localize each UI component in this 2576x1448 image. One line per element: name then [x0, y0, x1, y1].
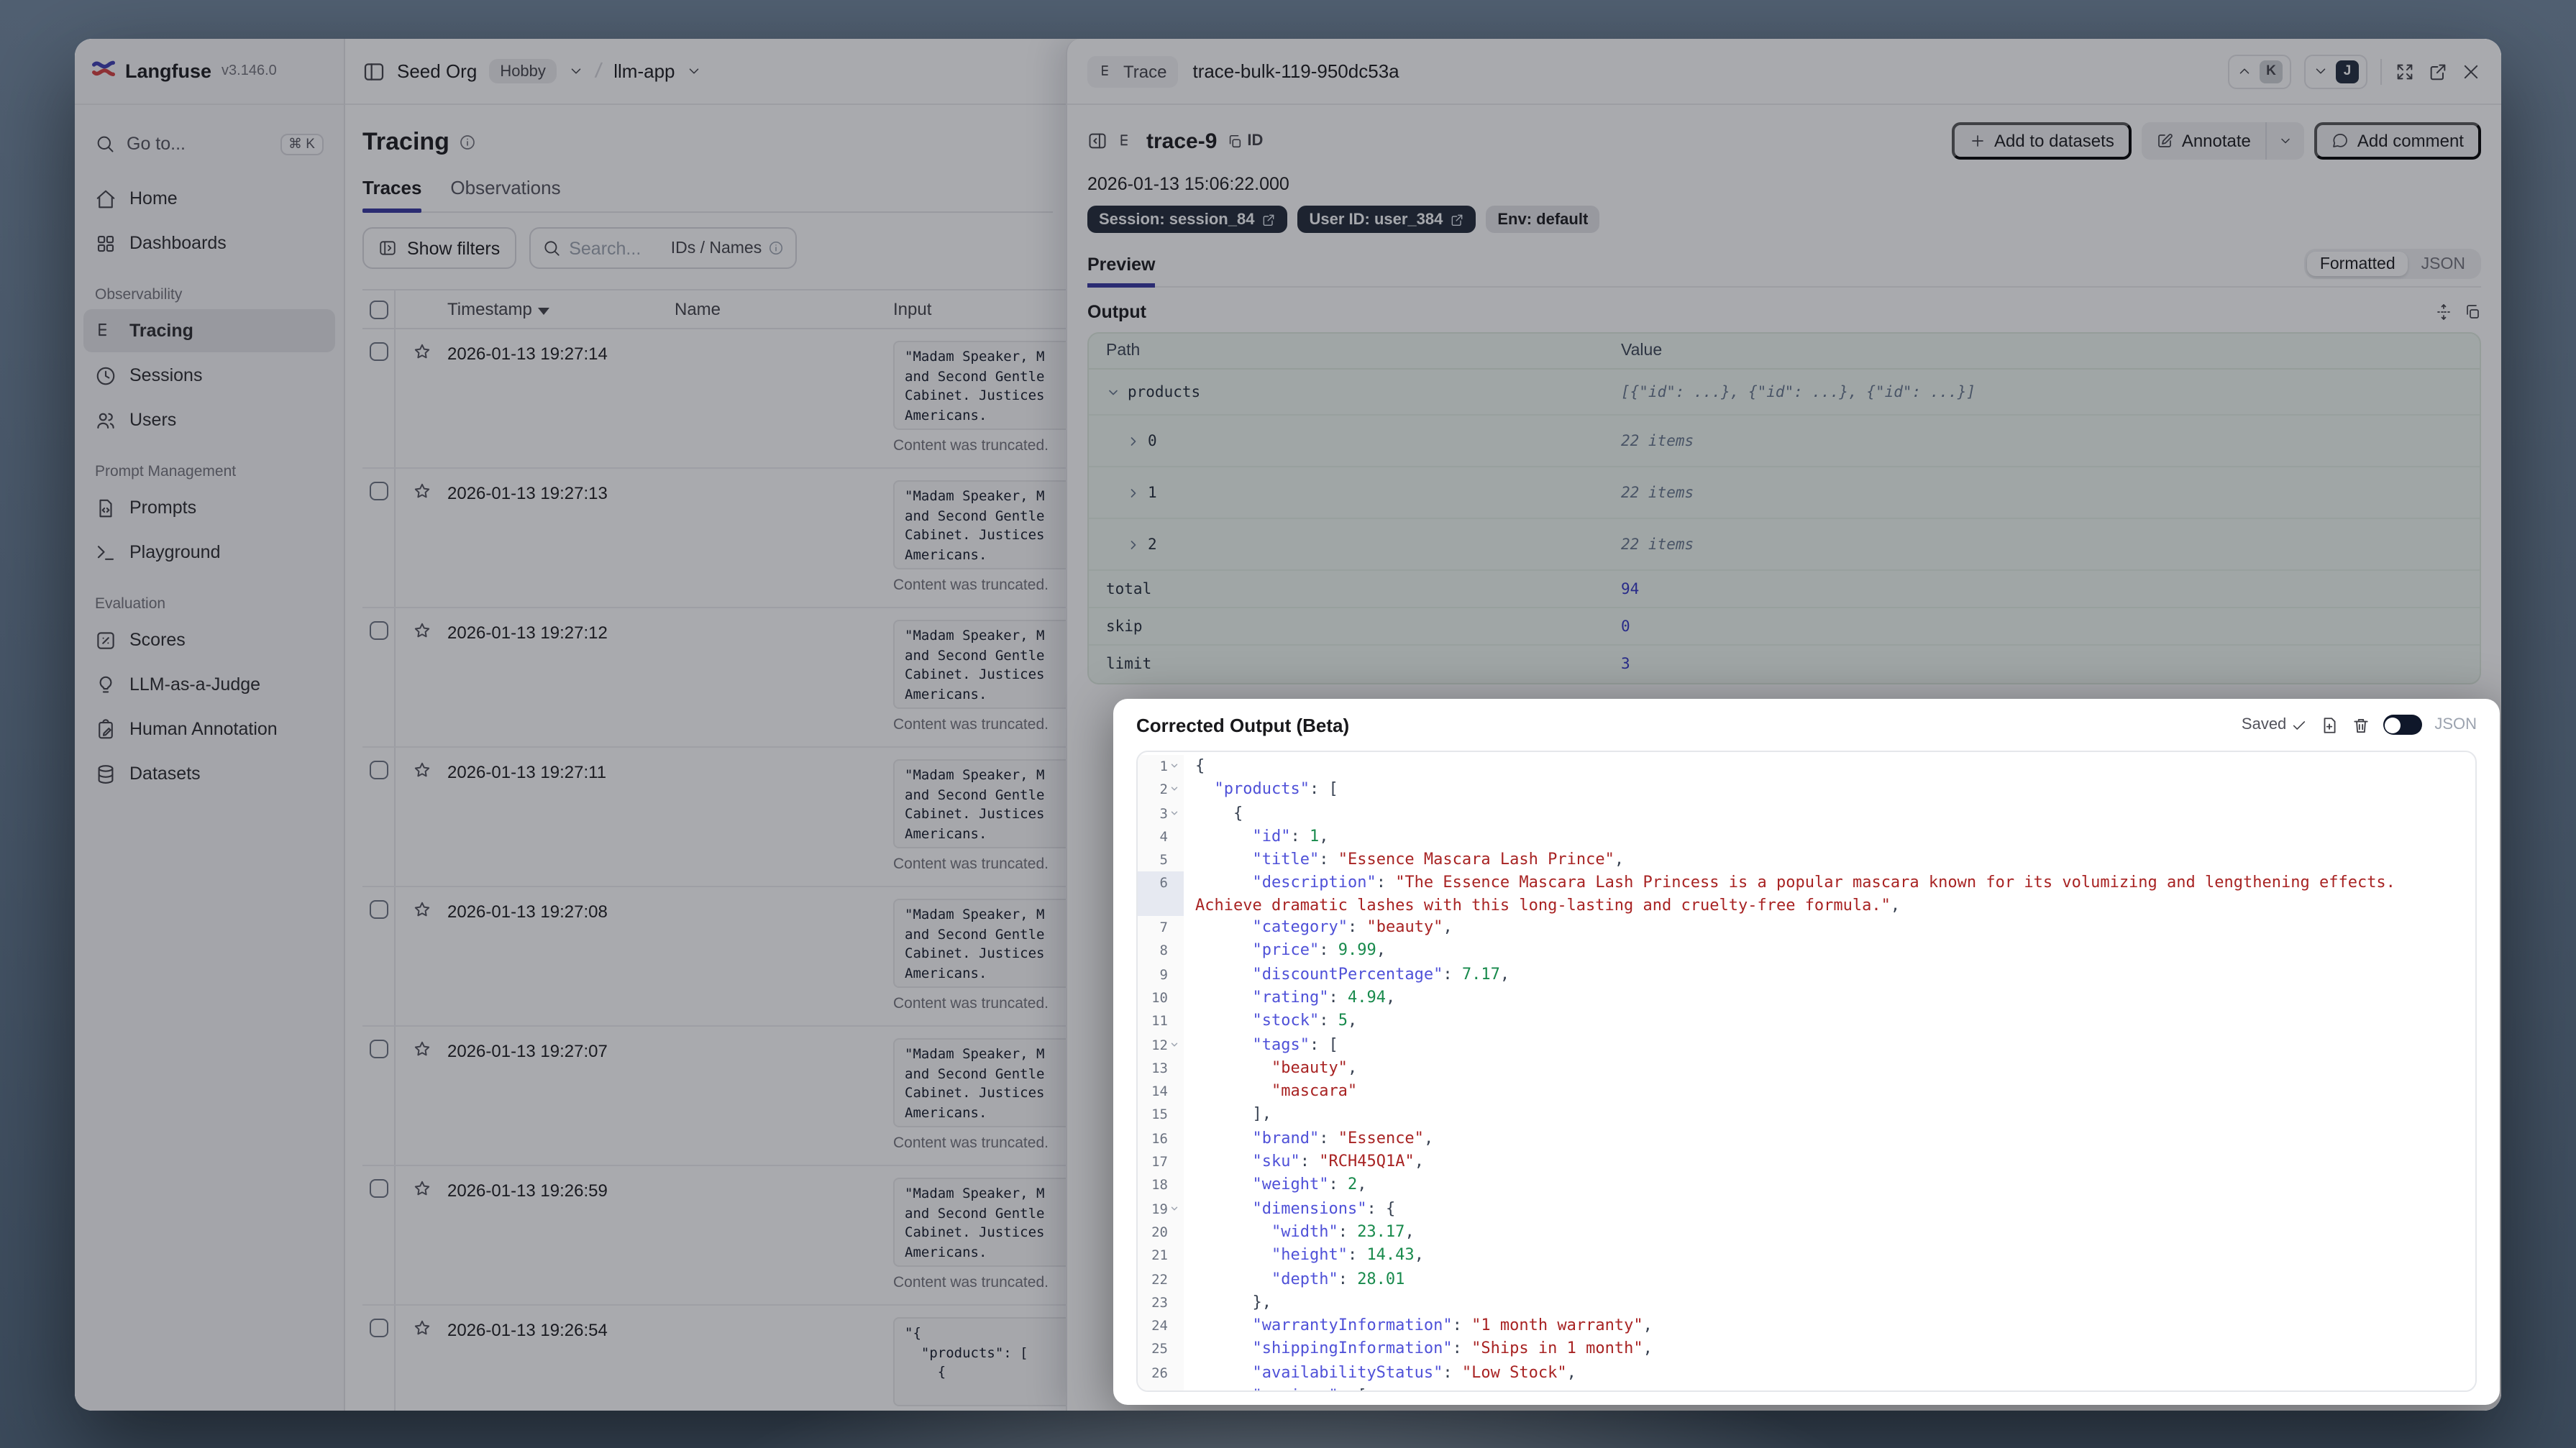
line-number: 20	[1138, 1220, 1184, 1245]
json-toggle[interactable]	[2383, 715, 2422, 735]
code-line-20: 20 "width": 23.17,	[1138, 1220, 2475, 1245]
fold-caret-icon[interactable]	[1169, 755, 1181, 771]
line-number: 18	[1138, 1173, 1184, 1198]
code-line-1: 1{	[1138, 755, 2475, 779]
code-line-4: 4 "id": 1,	[1138, 825, 2475, 849]
code-line-21: 21 "height": 14.43,	[1138, 1244, 2475, 1268]
line-number: 13	[1138, 1056, 1184, 1081]
fold-caret-icon[interactable]	[1169, 802, 1181, 817]
line-number: 6	[1138, 871, 1184, 917]
line-number: 21	[1138, 1244, 1184, 1268]
code-line-14: 14 "mascara"	[1138, 1080, 2475, 1104]
fold-caret-icon[interactable]	[1169, 1033, 1181, 1049]
line-number: 16	[1138, 1127, 1184, 1151]
code-line-10: 10 "rating": 4.94,	[1138, 986, 2475, 1010]
code-line-22: 22 "depth": 28.01	[1138, 1268, 2475, 1291]
code-line-19: 19 "dimensions": {	[1138, 1197, 2475, 1221]
toggle-knob	[2385, 717, 2401, 733]
line-number: 5	[1138, 848, 1184, 872]
code-line-27: 27 "reviews": [	[1138, 1385, 2475, 1390]
line-number: 27	[1138, 1385, 1184, 1390]
code-line-6: 6 "description": "The Essence Mascara La…	[1138, 871, 2475, 917]
line-number: 26	[1138, 1361, 1184, 1385]
check-icon	[2293, 720, 2305, 729]
code-line-25: 25 "shippingInformation": "Ships in 1 mo…	[1138, 1337, 2475, 1362]
code-line-15: 15 ],	[1138, 1103, 2475, 1127]
fold-caret-icon[interactable]	[1169, 1385, 1181, 1390]
code-line-17: 17 "sku": "RCH45Q1A",	[1138, 1150, 2475, 1174]
line-number: 25	[1138, 1337, 1184, 1362]
code-line-23: 23 },	[1138, 1291, 2475, 1315]
line-number: 3	[1138, 802, 1184, 825]
line-number: 22	[1138, 1268, 1184, 1291]
code-line-13: 13 "beauty",	[1138, 1056, 2475, 1081]
code-line-24: 24 "warrantyInformation": "1 month warra…	[1138, 1314, 2475, 1338]
trash-icon[interactable]	[2351, 715, 2370, 734]
fold-caret-icon[interactable]	[1169, 1197, 1181, 1213]
code-line-26: 26 "availabilityStatus": "Low Stock",	[1138, 1361, 2475, 1385]
code-line-7: 7 "category": "beauty",	[1138, 916, 2475, 940]
line-number: 15	[1138, 1103, 1184, 1127]
line-number: 12	[1138, 1033, 1184, 1057]
line-number: 17	[1138, 1150, 1184, 1174]
line-number: 7	[1138, 916, 1184, 940]
line-number: 8	[1138, 939, 1184, 963]
code-line-2: 2 "products": [	[1138, 778, 2475, 802]
line-number: 14	[1138, 1080, 1184, 1104]
line-number: 9	[1138, 963, 1184, 986]
desktop: Langfuse v3.146.0 Go to... ⌘ K Home Dash…	[0, 0, 2576, 1448]
code-line-5: 5 "title": "Essence Mascara Lash Prince"…	[1138, 848, 2475, 872]
line-number: 23	[1138, 1291, 1184, 1315]
json-toggle-label: JSON	[2434, 716, 2477, 733]
corrected-output-drawer: Corrected Output (Beta) Saved JSON 1{2 "…	[1113, 699, 2500, 1405]
code-line-8: 8 "price": 9.99,	[1138, 939, 2475, 963]
fold-caret-icon[interactable]	[1169, 779, 1181, 794]
code-line-3: 3 {	[1138, 802, 2475, 825]
line-number: 1	[1138, 755, 1184, 779]
line-number: 19	[1138, 1197, 1184, 1221]
line-number: 24	[1138, 1314, 1184, 1338]
code-line-11: 11 "stock": 5,	[1138, 1009, 2475, 1034]
json-code-editor[interactable]: 1{2 "products": [3 {4 "id": 1, 5 "title":…	[1136, 751, 2477, 1392]
line-number: 4	[1138, 825, 1184, 849]
line-number: 2	[1138, 778, 1184, 802]
code-line-18: 18 "weight": 2,	[1138, 1173, 2475, 1198]
save-file-icon[interactable]	[2319, 715, 2338, 734]
saved-status: Saved	[2242, 716, 2306, 733]
code-line-9: 9 "discountPercentage": 7.17,	[1138, 963, 2475, 986]
line-number: 11	[1138, 1009, 1184, 1034]
code-line-16: 16 "brand": "Essence",	[1138, 1127, 2475, 1151]
line-number: 10	[1138, 986, 1184, 1010]
app-window: Langfuse v3.146.0 Go to... ⌘ K Home Dash…	[75, 39, 2501, 1411]
drawer-title: Corrected Output (Beta)	[1136, 714, 1350, 736]
code-line-12: 12 "tags": [	[1138, 1033, 2475, 1057]
